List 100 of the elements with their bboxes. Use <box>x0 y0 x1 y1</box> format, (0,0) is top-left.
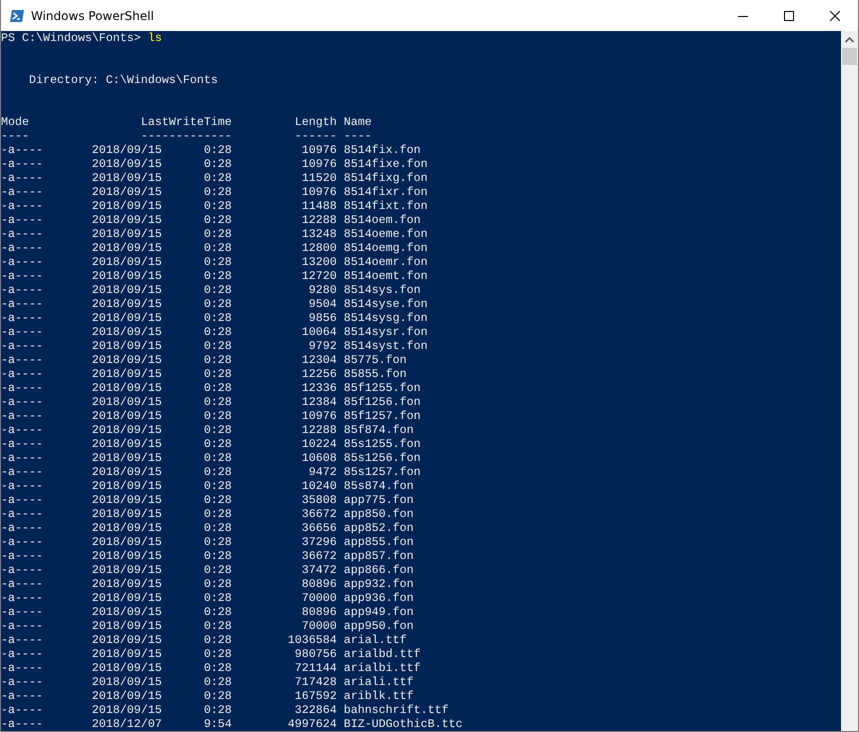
file-size: 10064 <box>302 325 337 339</box>
file-name: 85s1256.fon <box>344 451 421 465</box>
file-time: 0:28 <box>204 423 232 437</box>
file-size: 12384 <box>302 395 337 409</box>
file-name: app950.fon <box>344 619 414 633</box>
file-time: 0:28 <box>204 563 232 577</box>
file-time: 0:28 <box>204 241 232 255</box>
file-name: ariali.ttf <box>344 675 414 689</box>
file-time: 0:28 <box>204 409 232 423</box>
file-size: 717428 <box>294 675 337 689</box>
file-mode: -a---- <box>1 451 44 465</box>
file-size: 12256 <box>302 367 337 381</box>
file-date: 2018/09/15 <box>92 171 162 185</box>
file-name: 8514fixt.fon <box>344 199 428 213</box>
file-name: 85f1257.fon <box>344 409 421 423</box>
file-time: 0:28 <box>204 269 232 283</box>
file-name: app852.fon <box>344 521 414 535</box>
file-mode: -a---- <box>1 591 44 605</box>
file-time: 0:28 <box>204 689 232 703</box>
file-mode: -a---- <box>1 325 44 339</box>
file-date: 2018/09/15 <box>92 199 162 213</box>
file-name: app932.fon <box>344 577 414 591</box>
file-time: 0:28 <box>204 647 232 661</box>
prompt-path: PS C:\Windows\Fonts> <box>1 31 141 45</box>
file-date: 2018/09/15 <box>92 451 162 465</box>
file-name: 85f1255.fon <box>344 381 421 395</box>
file-time: 0:28 <box>204 535 232 549</box>
file-time: 9:54 <box>204 717 232 731</box>
file-date: 2018/09/15 <box>92 395 162 409</box>
file-date: 2018/09/15 <box>92 381 162 395</box>
file-size: 36656 <box>302 521 337 535</box>
file-date: 2018/09/15 <box>92 521 162 535</box>
file-name: app866.fon <box>344 563 414 577</box>
file-time: 0:28 <box>204 675 232 689</box>
file-date: 2018/09/15 <box>92 213 162 227</box>
file-size: 36672 <box>302 507 337 521</box>
file-mode: -a---- <box>1 577 44 591</box>
file-time: 0:28 <box>204 507 232 521</box>
file-date: 2018/09/15 <box>92 143 162 157</box>
file-mode: -a---- <box>1 423 44 437</box>
file-size: 37296 <box>302 535 337 549</box>
file-name: app857.fon <box>344 549 414 563</box>
file-mode: -a---- <box>1 143 44 157</box>
file-mode: -a---- <box>1 521 44 535</box>
file-date: 2018/12/07 <box>92 717 162 731</box>
file-size: 70000 <box>302 591 337 605</box>
file-mode: -a---- <box>1 507 44 521</box>
file-size: 12288 <box>302 423 337 437</box>
file-size: 167592 <box>294 689 337 703</box>
file-mode: -a---- <box>1 619 44 633</box>
file-size: 13200 <box>302 255 337 269</box>
file-size: 37472 <box>302 563 337 577</box>
file-size: 10976 <box>302 409 337 423</box>
file-mode: -a---- <box>1 199 44 213</box>
file-time: 0:28 <box>204 255 232 269</box>
file-date: 2018/09/15 <box>92 507 162 521</box>
file-size: 12288 <box>302 213 337 227</box>
file-time: 0:28 <box>204 213 232 227</box>
command-text: ls <box>148 31 162 45</box>
file-name: 8514sys.fon <box>344 283 421 297</box>
file-mode: -a---- <box>1 689 44 703</box>
file-time: 0:28 <box>204 339 232 353</box>
file-size: 10608 <box>302 451 337 465</box>
maximize-icon <box>784 10 794 20</box>
file-mode: -a---- <box>1 605 44 619</box>
file-date: 2018/09/15 <box>92 549 162 563</box>
file-size: 70000 <box>302 619 337 633</box>
file-date: 2018/09/15 <box>92 563 162 577</box>
file-date: 2018/09/15 <box>92 577 162 591</box>
file-time: 0:28 <box>204 367 232 381</box>
file-size: 36672 <box>302 549 337 563</box>
file-time: 0:28 <box>204 549 232 563</box>
close-icon <box>830 10 840 20</box>
file-name: 8514fix.fon <box>344 143 421 157</box>
file-date: 2018/09/15 <box>92 255 162 269</box>
file-date: 2018/09/15 <box>92 633 162 647</box>
file-size: 1036584 <box>288 633 337 647</box>
file-mode: -a---- <box>1 339 44 353</box>
file-mode: -a---- <box>1 185 44 199</box>
file-mode: -a---- <box>1 437 44 451</box>
column-header: Mode <box>1 115 30 129</box>
file-time: 0:28 <box>204 297 232 311</box>
file-size: 721144 <box>294 661 337 675</box>
file-date: 2018/09/15 <box>92 535 162 549</box>
file-name: 85s1255.fon <box>344 437 421 451</box>
file-mode: -a---- <box>1 311 44 325</box>
scrollbar-thumb[interactable] <box>842 48 857 65</box>
window-title: Windows PowerShell <box>31 8 155 22</box>
file-name: 8514sysg.fon <box>344 311 428 325</box>
file-time: 0:28 <box>204 227 232 241</box>
file-mode: -a---- <box>1 213 44 227</box>
file-size: 12720 <box>302 269 337 283</box>
file-mode: -a---- <box>1 563 44 577</box>
file-name: app949.fon <box>344 605 414 619</box>
file-size: 10976 <box>302 157 337 171</box>
file-date: 2018/09/15 <box>92 297 162 311</box>
file-size: 9504 <box>308 297 337 311</box>
file-mode: -a---- <box>1 381 44 395</box>
file-date: 2018/09/15 <box>92 241 162 255</box>
file-time: 0:28 <box>204 661 232 675</box>
